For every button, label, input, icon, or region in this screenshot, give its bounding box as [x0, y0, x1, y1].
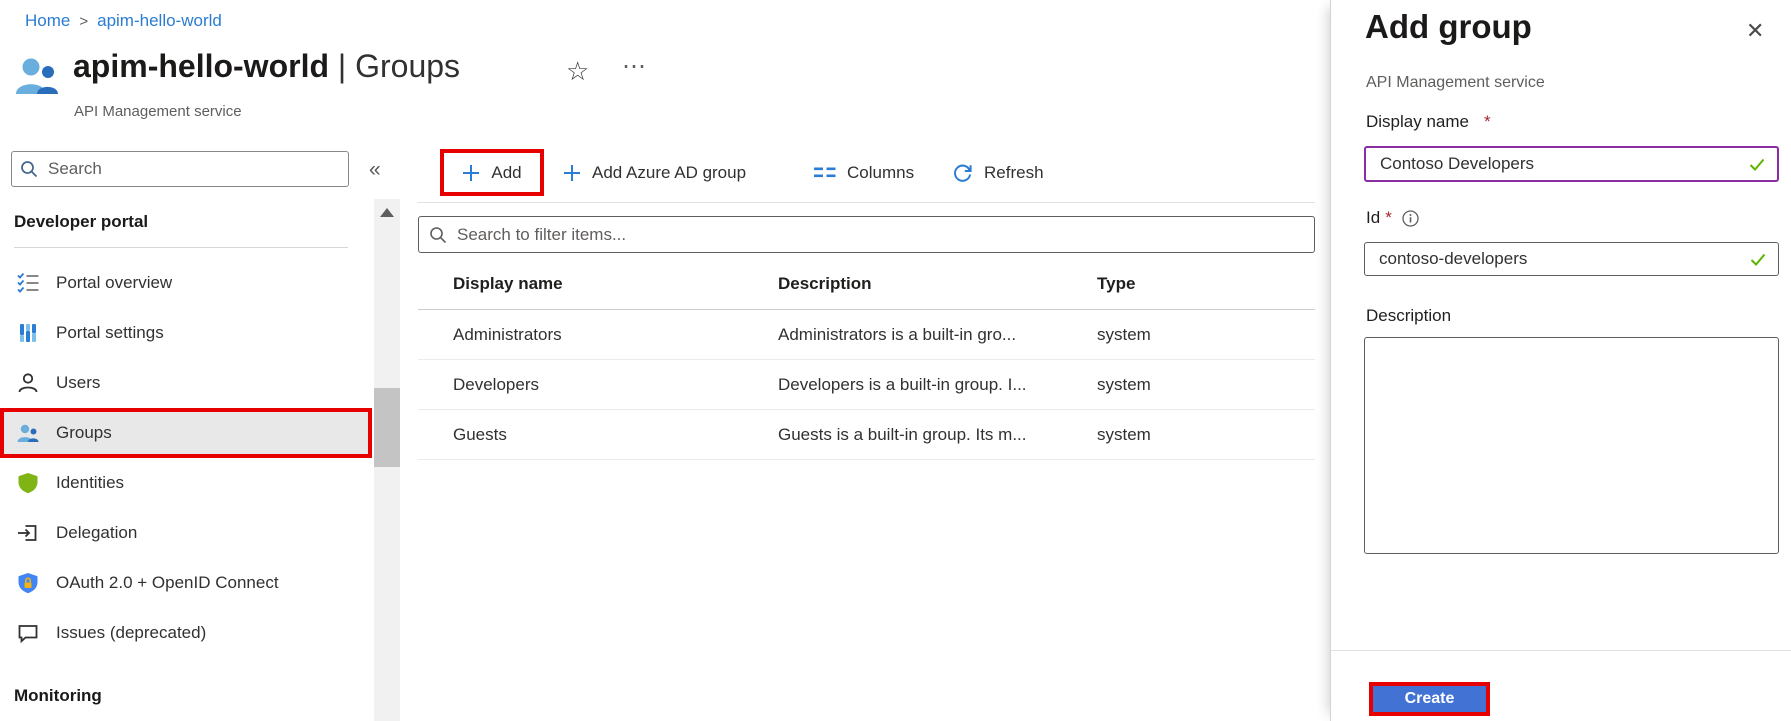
column-header-description: Description	[778, 274, 872, 294]
valid-check-icon	[1749, 158, 1765, 171]
add-azure-ad-group-label: Add Azure AD group	[592, 163, 746, 183]
sidebar-search	[11, 151, 349, 187]
sidebar-item-oauth[interactable]: OAuth 2.0 + OpenID Connect	[0, 558, 372, 608]
issues-speech-bubble-icon	[17, 622, 39, 644]
breadcrumb-current-link[interactable]: apim-hello-world	[97, 11, 222, 30]
id-input[interactable]	[1377, 248, 1742, 270]
cell-type: system	[1097, 310, 1151, 360]
portal-settings-icon	[17, 322, 39, 344]
id-label: Id*	[1366, 208, 1419, 228]
table-row-developers[interactable]: Developers Developers is a built-in grou…	[418, 360, 1315, 410]
commandbar-divider	[417, 202, 1315, 203]
resource-menu: Portal overview Portal settings Users	[0, 258, 372, 658]
filter-items-input[interactable]	[455, 224, 1304, 246]
sidebar-item-label: Groups	[56, 412, 112, 454]
sidebar-item-groups[interactable]: Groups	[0, 408, 372, 458]
portal-overview-icon	[17, 272, 39, 294]
sidebar-item-label: Issues (deprecated)	[56, 608, 206, 658]
sidebar-item-identities[interactable]: Identities	[0, 458, 372, 508]
sidebar-item-label: Delegation	[56, 508, 137, 558]
cell-type: system	[1097, 410, 1151, 460]
page-title-suffix: | Groups	[338, 48, 460, 84]
search-icon	[429, 226, 447, 244]
table-row-guests[interactable]: Guests Guests is a built-in group. Its m…	[418, 410, 1315, 460]
breadcrumb: Home > apim-hello-world	[25, 11, 222, 31]
panel-subtitle: API Management service	[1366, 74, 1545, 92]
sidebar-item-label: Identities	[56, 458, 124, 508]
required-asterisk: *	[1385, 208, 1392, 227]
columns-button[interactable]: Columns	[814, 149, 914, 197]
sidebar-divider	[14, 247, 348, 248]
required-asterisk: *	[1484, 112, 1491, 132]
breadcrumb-chevron-icon: >	[79, 13, 88, 30]
sidebar-item-users[interactable]: Users	[0, 358, 372, 408]
sidebar-item-delegation[interactable]: Delegation	[0, 508, 372, 558]
refresh-button[interactable]: Refresh	[952, 149, 1044, 197]
display-name-field	[1364, 146, 1779, 182]
cell-display-name: Administrators	[453, 310, 562, 360]
section-developer-portal: Developer portal	[14, 212, 148, 232]
section-monitoring: Monitoring	[14, 686, 102, 706]
search-icon	[20, 160, 38, 178]
sidebar-item-label: Portal overview	[56, 258, 172, 308]
refresh-icon	[952, 163, 973, 184]
sidebar-item-portal-settings[interactable]: Portal settings	[0, 308, 372, 358]
favorite-star-icon[interactable]: ☆	[566, 56, 589, 87]
breadcrumb-home-link[interactable]: Home	[25, 11, 70, 30]
sidebar-item-issues[interactable]: Issues (deprecated)	[0, 608, 372, 658]
column-header-display-name: Display name	[453, 274, 563, 294]
table-header-row: Display name Description Type	[418, 268, 1315, 310]
panel-title: Add group	[1365, 8, 1532, 46]
cell-description: Developers is a built-in group. I...	[778, 360, 1027, 410]
display-name-input[interactable]	[1378, 153, 1741, 175]
add-azure-ad-group-button[interactable]: Add Azure AD group	[563, 149, 746, 197]
cell-display-name: Developers	[453, 360, 539, 410]
menu-collapse-icon[interactable]: «	[369, 158, 381, 182]
plus-icon	[462, 164, 480, 182]
users-icon	[17, 372, 39, 394]
valid-check-icon	[1750, 253, 1766, 266]
display-name-label: Display name*	[1366, 112, 1491, 132]
sidebar-item-label: OAuth 2.0 + OpenID Connect	[56, 558, 279, 608]
sidebar-search-input[interactable]	[46, 158, 340, 180]
filter-search	[418, 216, 1315, 253]
scrollbar-up-arrow-icon[interactable]	[374, 199, 400, 225]
close-icon[interactable]: ✕	[1746, 18, 1764, 44]
delegation-icon	[17, 522, 39, 544]
create-button-annotation: Create	[1369, 682, 1490, 716]
add-group-panel: Add group ✕ API Management service Displ…	[1330, 0, 1791, 721]
column-header-type: Type	[1097, 274, 1135, 294]
plus-icon	[563, 164, 581, 182]
add-button-label: Add	[491, 163, 521, 183]
scrollbar-thumb[interactable]	[374, 388, 400, 467]
refresh-label: Refresh	[984, 163, 1044, 183]
create-button[interactable]: Create	[1373, 686, 1486, 712]
identities-shield-icon	[17, 472, 39, 494]
cell-display-name: Guests	[453, 410, 507, 460]
table-row-administrators[interactable]: Administrators Administrators is a built…	[418, 310, 1315, 360]
groups-icon	[17, 422, 39, 444]
description-textarea[interactable]	[1364, 337, 1779, 554]
more-options-icon[interactable]: ⋯	[622, 52, 648, 81]
sidebar-item-label: Users	[56, 358, 100, 408]
info-icon[interactable]	[1402, 210, 1419, 227]
id-field	[1364, 242, 1779, 276]
groups-resource-icon	[15, 54, 59, 98]
columns-label: Columns	[847, 163, 914, 183]
page-subtitle: API Management service	[74, 103, 242, 120]
add-button[interactable]: Add	[440, 149, 544, 196]
sidebar-item-portal-overview[interactable]: Portal overview	[0, 258, 372, 308]
panel-footer-divider	[1331, 650, 1791, 651]
cell-description: Guests is a built-in group. Its m...	[778, 410, 1026, 460]
description-label: Description	[1366, 306, 1451, 326]
cell-type: system	[1097, 360, 1151, 410]
columns-icon	[814, 165, 836, 181]
oauth-shield-lock-icon	[17, 572, 39, 594]
sidebar-item-label: Portal settings	[56, 308, 164, 358]
cell-description: Administrators is a built-in gro...	[778, 310, 1016, 360]
sidebar-scrollbar[interactable]	[374, 199, 400, 721]
azure-portal-page: Home > apim-hello-world apim-hello-world |…	[0, 0, 1791, 721]
page-title: apim-hello-world | Groups	[73, 48, 460, 85]
